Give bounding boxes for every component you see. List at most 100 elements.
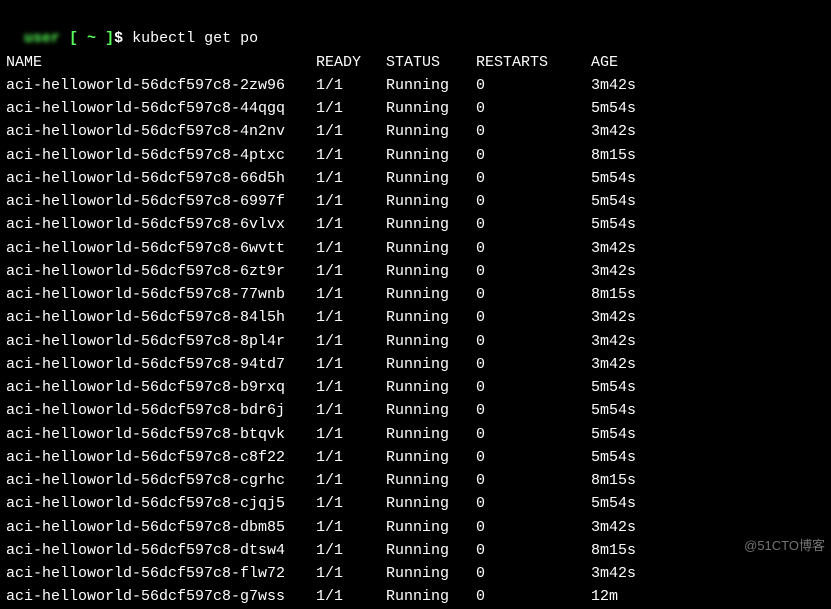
cell-pod-restarts: 0 [476,167,591,190]
cell-pod-restarts: 0 [476,469,591,492]
cell-pod-restarts: 0 [476,306,591,329]
cell-pod-age: 3m42s [591,120,636,143]
pods-table: NAME READY STATUS RESTARTS AGE aci-hello… [6,51,636,609]
cell-pod-age: 3m42s [591,562,636,585]
header-status: STATUS [386,51,476,74]
cell-pod-age: 5m54s [591,190,636,213]
cell-pod-status: Running [386,469,476,492]
cell-pod-ready: 1/1 [316,399,386,422]
cell-pod-name: aci-helloworld-56dcf597c8-6zt9r [6,260,316,283]
cell-pod-age: 3m42s [591,237,636,260]
cell-pod-status: Running [386,306,476,329]
cell-pod-status: Running [386,492,476,515]
cell-pod-ready: 1/1 [316,167,386,190]
cell-pod-age: 5m54s [591,376,636,399]
cell-pod-name: aci-helloworld-56dcf597c8-b9rxq [6,376,316,399]
cell-pod-name: aci-helloworld-56dcf597c8-8pl4r [6,330,316,353]
cell-pod-name: aci-helloworld-56dcf597c8-66d5h [6,167,316,190]
cell-pod-ready: 1/1 [316,190,386,213]
cell-pod-ready: 1/1 [316,446,386,469]
cell-pod-name: aci-helloworld-56dcf597c8-flw72 [6,562,316,585]
table-row: aci-helloworld-56dcf597c8-bdr6j1/1Runnin… [6,399,636,422]
cell-pod-status: Running [386,423,476,446]
table-row: aci-helloworld-56dcf597c8-cgrhc1/1Runnin… [6,469,636,492]
cell-pod-restarts: 0 [476,492,591,515]
cell-pod-restarts: 0 [476,539,591,562]
cell-pod-restarts: 0 [476,237,591,260]
cell-pod-status: Running [386,120,476,143]
cell-pod-restarts: 0 [476,74,591,97]
cell-pod-name: aci-helloworld-56dcf597c8-cjqj5 [6,492,316,515]
table-row: aci-helloworld-56dcf597c8-77wnb1/1Runnin… [6,283,636,306]
cell-pod-restarts: 0 [476,120,591,143]
cell-pod-status: Running [386,190,476,213]
terminal-prompt-line[interactable]: user [ ~ ]$ kubectl get po [6,4,825,51]
cell-pod-ready: 1/1 [316,469,386,492]
cell-pod-age: 3m42s [591,353,636,376]
cell-pod-status: Running [386,330,476,353]
cell-pod-name: aci-helloworld-56dcf597c8-94td7 [6,353,316,376]
cell-pod-status: Running [386,585,476,608]
cell-pod-name: aci-helloworld-56dcf597c8-c8f22 [6,446,316,469]
cell-pod-name: aci-helloworld-56dcf597c8-44qgq [6,97,316,120]
cell-pod-ready: 1/1 [316,353,386,376]
cell-pod-restarts: 0 [476,353,591,376]
cell-pod-name: aci-helloworld-56dcf597c8-2zw96 [6,74,316,97]
cell-pod-name: aci-helloworld-56dcf597c8-4ptxc [6,144,316,167]
cell-pod-age: 5m54s [591,446,636,469]
table-row: aci-helloworld-56dcf597c8-6997f1/1Runnin… [6,190,636,213]
cell-pod-ready: 1/1 [316,492,386,515]
table-row: aci-helloworld-56dcf597c8-flw721/1Runnin… [6,562,636,585]
cell-pod-name: aci-helloworld-56dcf597c8-6wvtt [6,237,316,260]
cell-pod-restarts: 0 [476,330,591,353]
cell-pod-restarts: 0 [476,213,591,236]
cell-pod-restarts: 0 [476,423,591,446]
cell-pod-name: aci-helloworld-56dcf597c8-cgrhc [6,469,316,492]
cell-pod-restarts: 0 [476,376,591,399]
table-row: aci-helloworld-56dcf597c8-g7wss1/1Runnin… [6,585,636,608]
cell-pod-status: Running [386,353,476,376]
table-row: aci-helloworld-56dcf597c8-84l5h1/1Runnin… [6,306,636,329]
prompt-cwd: ~ [87,30,96,47]
table-row: aci-helloworld-56dcf597c8-c8f221/1Runnin… [6,446,636,469]
cell-pod-ready: 1/1 [316,144,386,167]
cell-pod-ready: 1/1 [316,330,386,353]
table-row: aci-helloworld-56dcf597c8-b9rxq1/1Runnin… [6,376,636,399]
cell-pod-age: 12m [591,585,636,608]
cell-pod-name: aci-helloworld-56dcf597c8-77wnb [6,283,316,306]
command-text: kubectl get po [132,30,258,47]
cell-pod-restarts: 0 [476,97,591,120]
cell-pod-age: 3m42s [591,260,636,283]
cell-pod-age: 5m54s [591,167,636,190]
table-row: aci-helloworld-56dcf597c8-6wvtt1/1Runnin… [6,237,636,260]
cell-pod-restarts: 0 [476,446,591,469]
table-row: aci-helloworld-56dcf597c8-4n2nv1/1Runnin… [6,120,636,143]
table-row: aci-helloworld-56dcf597c8-6zt9r1/1Runnin… [6,260,636,283]
header-age: AGE [591,51,636,74]
table-row: aci-helloworld-56dcf597c8-2zw961/1Runnin… [6,74,636,97]
prompt-bracket-open: [ [60,30,87,47]
table-header-row: NAME READY STATUS RESTARTS AGE [6,51,636,74]
header-restarts: RESTARTS [476,51,591,74]
table-row: aci-helloworld-56dcf597c8-cjqj51/1Runnin… [6,492,636,515]
cell-pod-ready: 1/1 [316,585,386,608]
prompt-dollar: $ [114,30,132,47]
cell-pod-age: 5m54s [591,399,636,422]
cell-pod-restarts: 0 [476,190,591,213]
cell-pod-restarts: 0 [476,562,591,585]
table-row: aci-helloworld-56dcf597c8-8pl4r1/1Runnin… [6,330,636,353]
header-ready: READY [316,51,386,74]
prompt-user: user [24,30,60,47]
cell-pod-ready: 1/1 [316,237,386,260]
cell-pod-ready: 1/1 [316,376,386,399]
header-name: NAME [6,51,316,74]
prompt-bracket-close: ] [96,30,114,47]
cell-pod-age: 8m15s [591,539,636,562]
cell-pod-restarts: 0 [476,516,591,539]
cell-pod-name: aci-helloworld-56dcf597c8-6vlvx [6,213,316,236]
cell-pod-ready: 1/1 [316,306,386,329]
cell-pod-name: aci-helloworld-56dcf597c8-dtsw4 [6,539,316,562]
cell-pod-restarts: 0 [476,144,591,167]
cell-pod-status: Running [386,237,476,260]
cell-pod-ready: 1/1 [316,213,386,236]
